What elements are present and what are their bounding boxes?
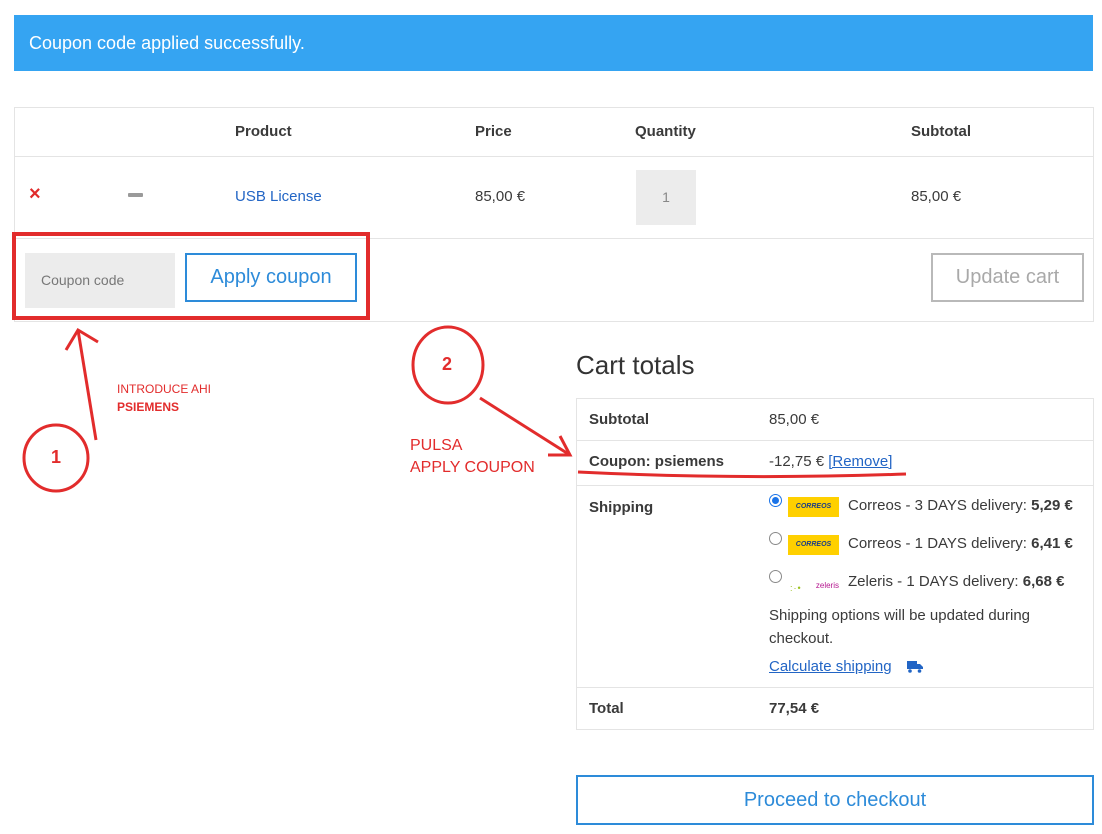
annotation-step2-line1: PULSA: [410, 437, 463, 454]
shipping-row: Shipping CORREOS Correos - 3 DAYS delive…: [577, 486, 1093, 688]
annotation-step1-text: INTRODUCE AHI PSIEMENS: [117, 380, 211, 416]
total-row: Total 77,54 €: [577, 688, 1093, 730]
update-cart-button[interactable]: Update cart: [931, 253, 1084, 302]
subtotal-label: Subtotal: [589, 411, 649, 428]
product-thumbnail[interactable]: [128, 193, 143, 197]
cart-totals-table: Subtotal 85,00 € Coupon: psiemens -12,75…: [576, 398, 1094, 730]
total-label: Total: [589, 700, 624, 717]
coupon-value: -12,75 €: [769, 453, 825, 470]
shipping-option-name: Zeleris - 1 DAYS delivery:: [848, 573, 1023, 590]
subtotal-row: Subtotal 85,00 €: [577, 399, 1093, 441]
arrow-2-head: [548, 435, 573, 457]
calculate-shipping-link[interactable]: Calculate shipping: [769, 658, 892, 675]
annotation-step1-line1: INTRODUCE AHI: [117, 382, 212, 396]
product-link[interactable]: USB License: [235, 188, 322, 205]
subtotal-value: 85,00 €: [769, 411, 820, 428]
coupon-value-wrap: -12,75 € [Remove]: [769, 453, 892, 470]
correos-logo: CORREOS: [788, 535, 839, 555]
shipping-radio[interactable]: [769, 494, 782, 507]
annotation-highlight-box: [12, 232, 370, 320]
shipping-note: Shipping options will be updated during …: [769, 607, 1031, 647]
remove-coupon-link[interactable]: [Remove]: [828, 453, 892, 470]
annotation-step2-line2: APPLY COUPON: [410, 459, 535, 476]
zeleris-logo-text: zeleris: [815, 581, 839, 590]
coupon-label: Coupon: psiemens: [589, 453, 725, 470]
annotation-step1-line2: PSIEMENS: [117, 400, 180, 414]
proceed-to-checkout-button[interactable]: Proceed to checkout: [576, 775, 1094, 825]
header-quantity: Quantity: [635, 123, 696, 140]
shipping-option-price: 6,68 €: [1022, 573, 1065, 590]
annotation-number-1: 1: [50, 447, 61, 467]
cart-totals-title: Cart totals: [576, 350, 695, 380]
shipping-option-price: 6,41 €: [1031, 535, 1073, 552]
zeleris-logo: :·• zeleris: [790, 581, 839, 593]
annotation-step2-text: PULSA APPLY COUPON: [410, 435, 535, 479]
notice-message: Coupon code applied successfully.: [29, 33, 305, 53]
correos-logo: CORREOS: [788, 497, 839, 517]
total-value: 77,54 €: [769, 700, 820, 717]
item-price: 85,00 €: [475, 188, 526, 205]
remove-item-icon[interactable]: ×: [29, 184, 41, 204]
cart-header-row: Product Price Quantity Subtotal: [15, 108, 1093, 157]
shipping-option-name: Correos - 3 DAYS delivery:: [848, 497, 1032, 514]
header-subtotal: Subtotal: [911, 123, 971, 140]
quantity-input[interactable]: 1: [636, 170, 696, 225]
success-notice: Coupon code applied successfully.: [14, 15, 1093, 71]
coupon-row: Coupon: psiemens -12,75 € [Remove]: [577, 441, 1093, 486]
annotation-number-2: 2: [441, 354, 452, 374]
shipping-radio[interactable]: [769, 570, 782, 583]
arrow-1-shaft: [76, 329, 98, 441]
arrow-1-head: [64, 327, 99, 351]
header-product: Product: [235, 123, 292, 140]
shipping-radio[interactable]: [769, 532, 782, 545]
shipping-option-price: 5,29 €: [1031, 497, 1073, 514]
item-subtotal: 85,00 €: [911, 188, 962, 205]
header-price: Price: [475, 123, 512, 140]
shipping-option-name: Correos - 1 DAYS delivery:: [848, 535, 1032, 552]
shipping-label: Shipping: [589, 499, 654, 516]
cart-item-row: × USB License 85,00 € 1 85,00 €: [15, 157, 1093, 239]
truck-icon[interactable]: [907, 661, 923, 673]
